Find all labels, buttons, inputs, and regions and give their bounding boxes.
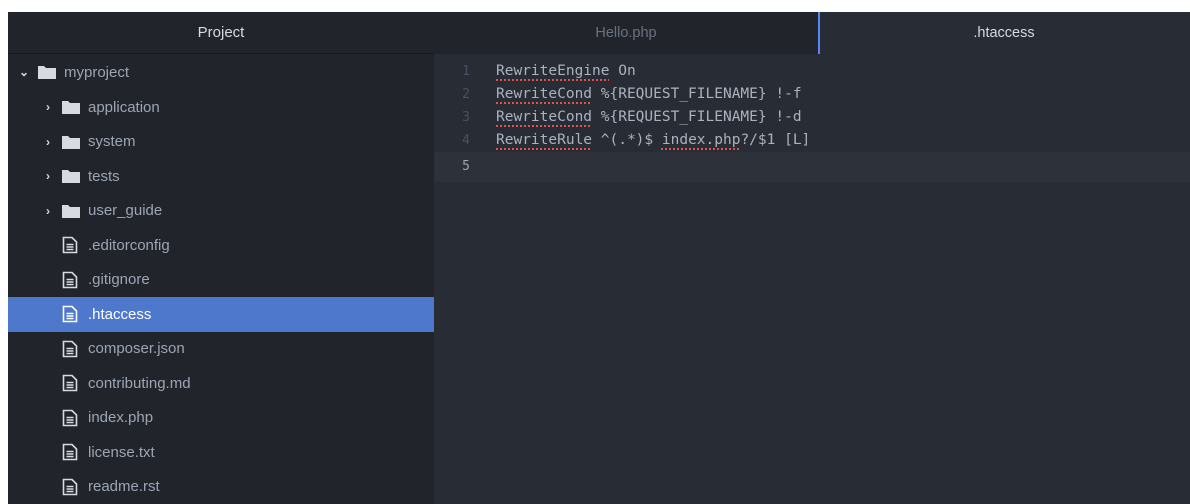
tab-hello-php[interactable]: Hello.php	[434, 12, 818, 54]
folder-icon	[38, 65, 56, 79]
line-number: 4	[462, 133, 470, 148]
code-area[interactable]: 1 RewriteEngine On 2 RewriteCond %{REQUEST_…	[434, 60, 1190, 182]
file-text-icon	[62, 409, 78, 427]
code-line[interactable]: 1 RewriteEngine On	[434, 60, 1190, 83]
chevron-down-icon[interactable]: ⌄	[16, 65, 32, 79]
file-text-icon	[62, 305, 78, 323]
file-tree: ⌄ myproject › application › system › tes…	[8, 54, 434, 504]
code-token: On	[609, 63, 636, 79]
tree-item-label: user_guide	[88, 202, 163, 220]
folder-icon	[62, 169, 80, 184]
tree-file-index-php[interactable]: index.php	[8, 401, 434, 436]
tree-folder-tests[interactable]: › tests	[8, 159, 434, 194]
editor-pane: Hello.php .htaccess 1 RewriteEngine On 2 Re…	[434, 12, 1190, 504]
tree-item-label: system	[88, 133, 136, 151]
tree-item-label: composer.json	[88, 340, 185, 358]
tree-item-label: application	[88, 98, 160, 116]
spellcheck-word: RewriteRule	[496, 132, 593, 148]
chevron-right-icon[interactable]: ›	[40, 100, 56, 114]
folder-icon	[62, 204, 80, 218]
file-text-icon	[62, 374, 78, 392]
folder-icon	[62, 135, 80, 149]
code-line[interactable]: 4 RewriteRule ^(.*)$ index.php?/$1 [L]	[434, 129, 1190, 152]
tree-item-label: index.php	[88, 409, 154, 427]
line-number: 3	[462, 110, 470, 125]
tree-item-label: contributing.md	[88, 374, 191, 392]
tree-folder-system[interactable]: › system	[8, 125, 434, 160]
code-line[interactable]: 3 RewriteCond %{REQUEST_FILENAME} !-d	[434, 106, 1190, 129]
code-token: ^(.*)$	[592, 132, 662, 148]
project-tree-panel: Project ⌄ myproject › application › syst…	[8, 12, 434, 504]
line-text: RewriteCond %{REQUEST_FILENAME} !-d	[496, 106, 802, 129]
code-token: %{REQUEST_FILENAME} !-d	[592, 109, 802, 125]
tree-root-myproject[interactable]: ⌄ myproject	[8, 54, 434, 90]
code-token: ?/$1 [L]	[740, 132, 811, 148]
file-text-icon	[62, 478, 78, 496]
file-text-icon	[62, 271, 78, 289]
tab-htaccess[interactable]: .htaccess	[818, 12, 1190, 54]
spellcheck-word: RewriteCond	[496, 109, 593, 125]
tree-file-license-txt[interactable]: license.txt	[8, 435, 434, 470]
file-text-icon	[62, 340, 78, 358]
tree-item-label: license.txt	[88, 443, 155, 461]
editor-window: Project ⌄ myproject › application › syst…	[8, 12, 1190, 504]
spellcheck-word: RewriteCond	[496, 86, 593, 102]
tree-item-label: myproject	[64, 63, 130, 81]
code-token: %{REQUEST_FILENAME} !-f	[592, 86, 802, 102]
tree-folder-user-guide[interactable]: › user_guide	[8, 194, 434, 229]
tree-file-gitignore[interactable]: .gitignore	[8, 263, 434, 298]
spellcheck-word: index.php	[661, 132, 741, 148]
line-number: 5	[462, 159, 470, 174]
spellcheck-word: RewriteEngine	[496, 63, 610, 79]
line-text: RewriteEngine On	[496, 60, 636, 83]
line-text: RewriteRule ^(.*)$ index.php?/$1 [L]	[496, 129, 810, 152]
project-panel-title: Project	[8, 12, 434, 54]
tree-file-readme-rst[interactable]: readme.rst	[8, 470, 434, 504]
folder-icon	[62, 100, 80, 115]
tree-item-label: tests	[88, 167, 120, 185]
tree-item-label: readme.rst	[88, 478, 160, 496]
chevron-right-icon[interactable]: ›	[40, 204, 56, 218]
tree-file-composer-json[interactable]: composer.json	[8, 332, 434, 367]
tree-file-editorconfig[interactable]: .editorconfig	[8, 228, 434, 263]
line-text: RewriteCond %{REQUEST_FILENAME} !-f	[496, 83, 802, 106]
file-text-icon	[62, 443, 78, 461]
code-line[interactable]: 5	[434, 152, 1190, 182]
chevron-right-icon[interactable]: ›	[40, 135, 56, 149]
tree-file-contributing-md[interactable]: contributing.md	[8, 366, 434, 401]
chevron-right-icon[interactable]: ›	[40, 169, 56, 183]
tree-item-label: .editorconfig	[88, 236, 170, 254]
tree-item-label: .gitignore	[88, 271, 150, 289]
code-line[interactable]: 2 RewriteCond %{REQUEST_FILENAME} !-f	[434, 83, 1190, 106]
line-number: 1	[462, 64, 470, 79]
tab-bar: Hello.php .htaccess	[434, 12, 1190, 54]
line-number: 2	[462, 87, 470, 102]
file-text-icon	[62, 236, 78, 254]
tree-item-label: .htaccess	[88, 305, 152, 323]
tree-folder-application[interactable]: › application	[8, 90, 434, 125]
tree-file-htaccess[interactable]: .htaccess	[8, 297, 434, 332]
